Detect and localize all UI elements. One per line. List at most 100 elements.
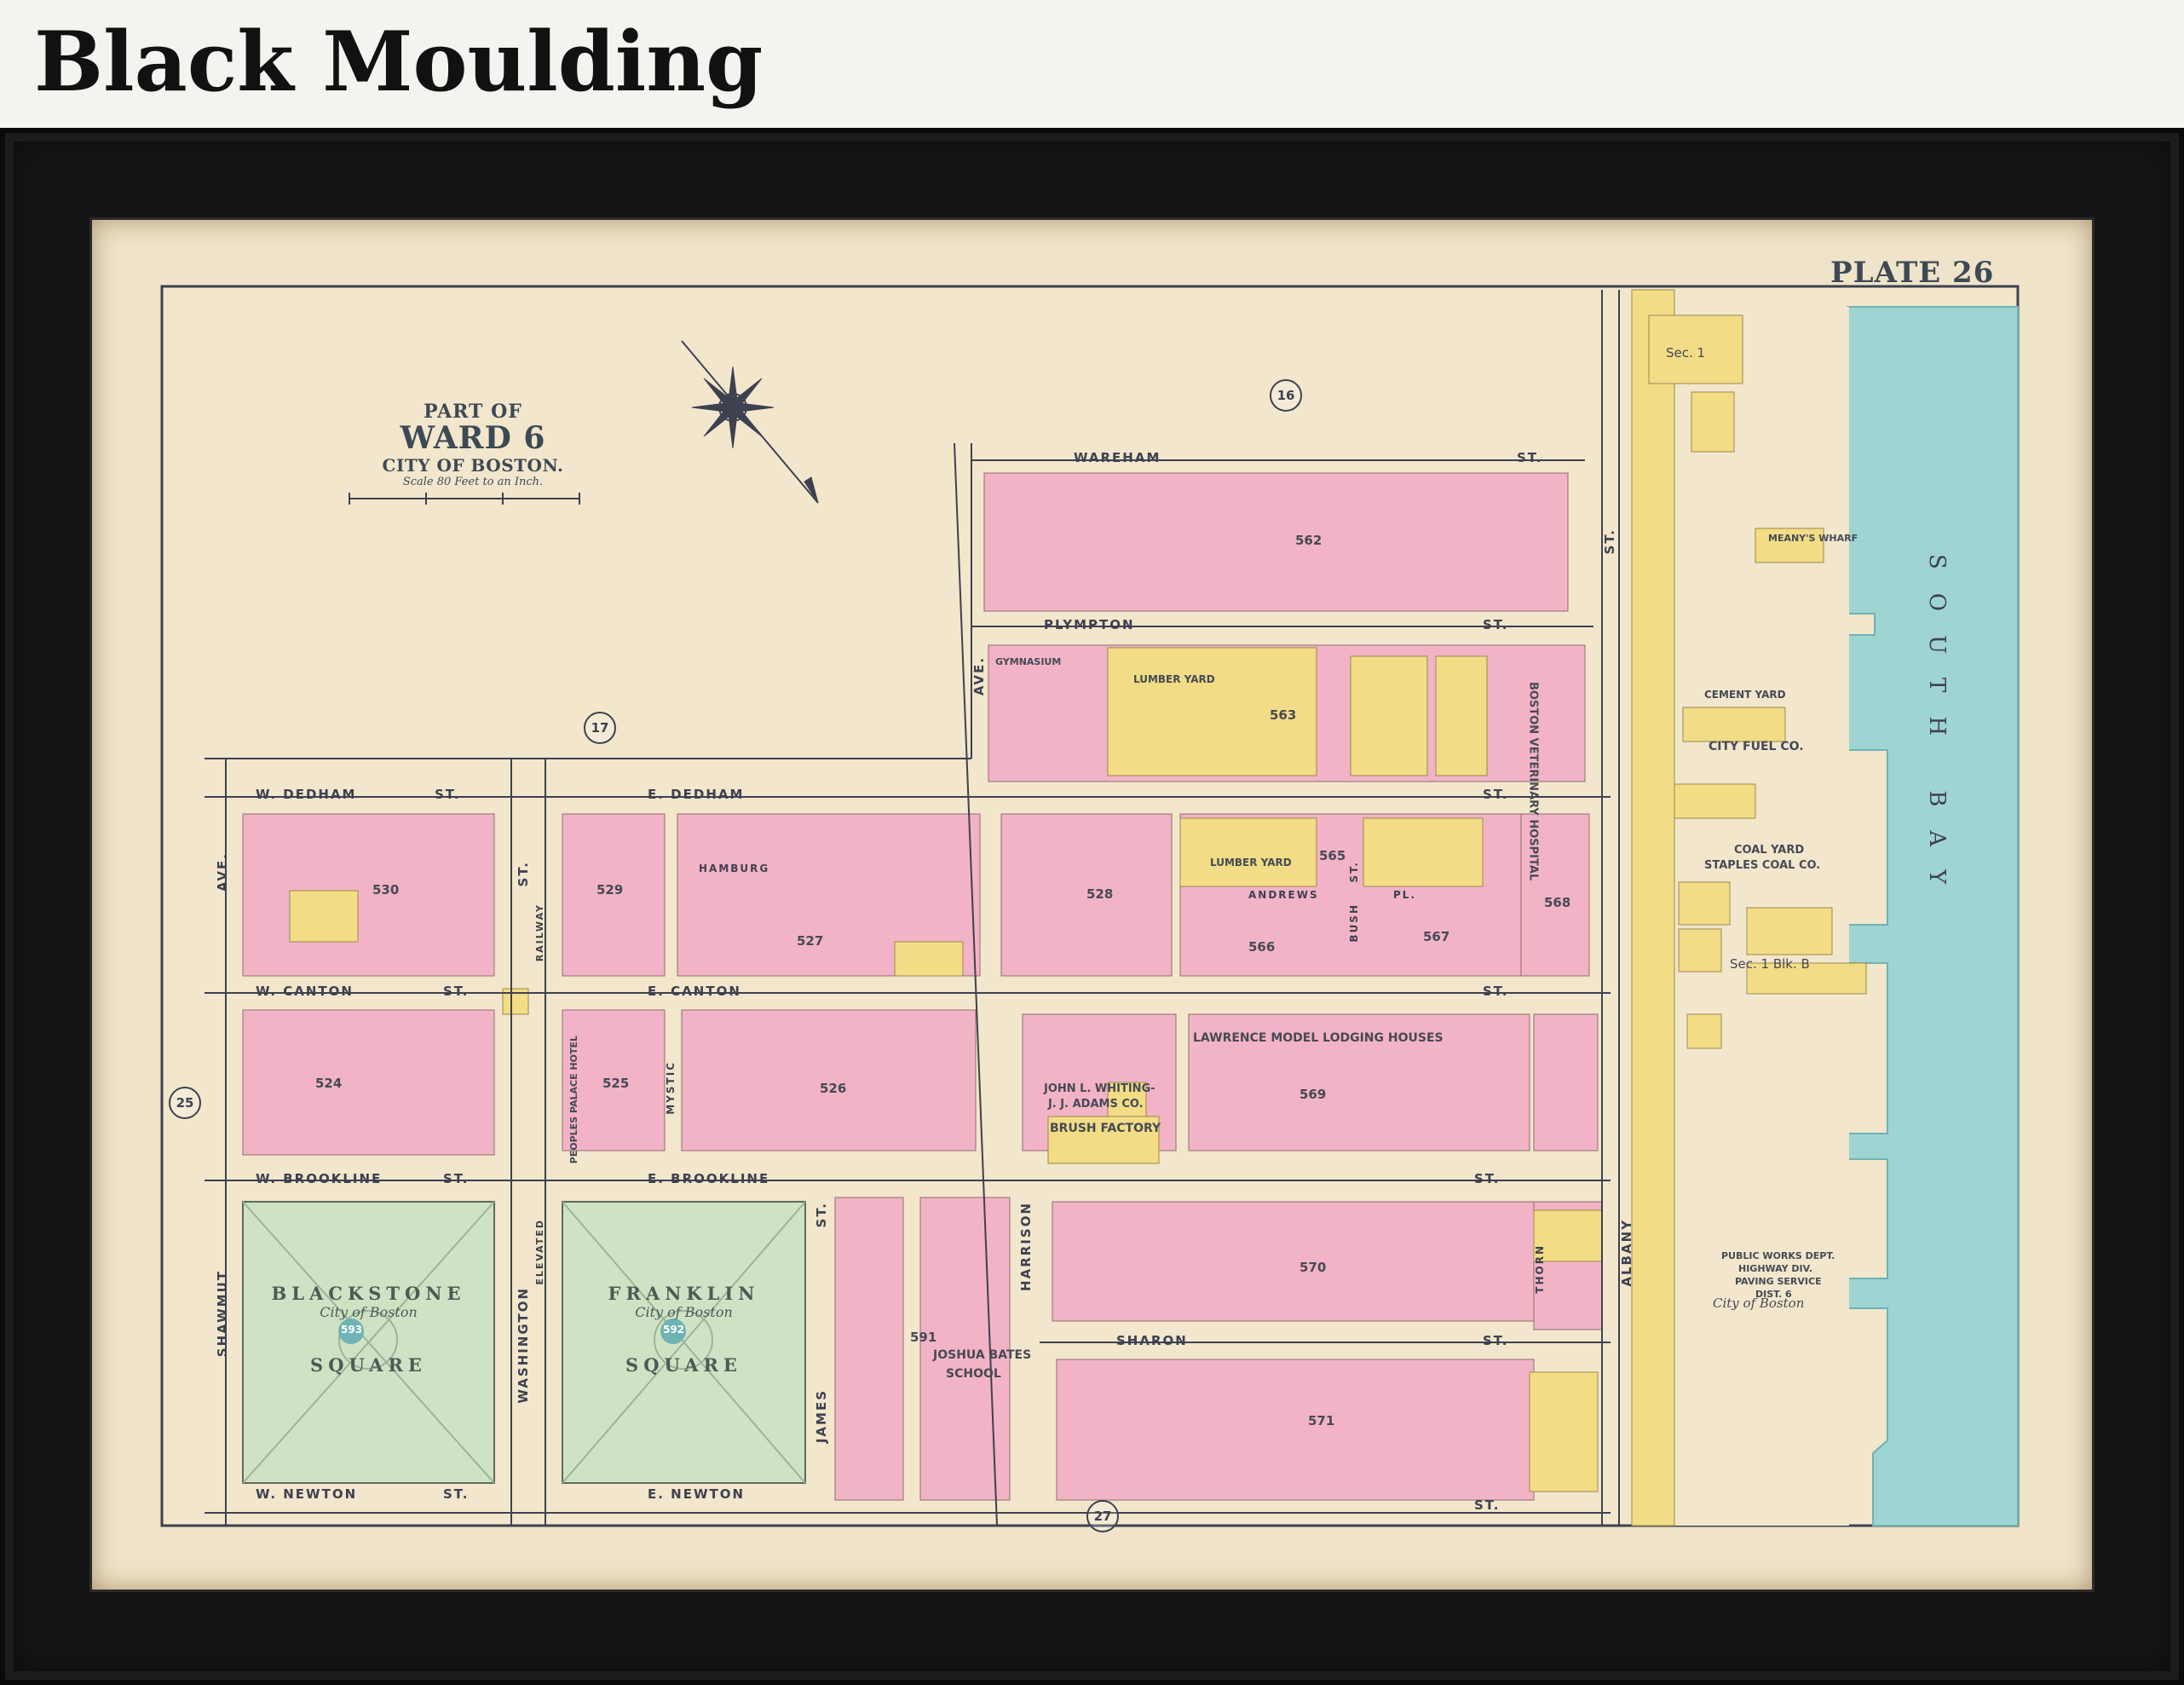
street-wareham: WAREHAM xyxy=(1074,450,1161,465)
block-number: 562 xyxy=(1295,533,1323,548)
block-number: 567 xyxy=(1423,929,1450,944)
block-number: 563 xyxy=(1270,707,1297,723)
block-number: 524 xyxy=(315,1076,343,1091)
franklin-square-word: SQUARE xyxy=(625,1354,742,1376)
street-e-dedham: E. DEDHAM xyxy=(648,787,745,802)
street-railway: RAILWAY xyxy=(534,903,545,962)
street-w-dedham: W. DEDHAM xyxy=(256,787,357,802)
street-w-brookline-st: ST. xyxy=(443,1171,470,1186)
blackstone-square-word: SQUARE xyxy=(310,1354,427,1376)
street-washington-st: ST. xyxy=(516,861,531,887)
street-w-newton: W. NEWTON xyxy=(256,1486,358,1502)
coal-yard-label: COAL YARD xyxy=(1734,844,1805,857)
block-number: 529 xyxy=(596,882,624,897)
block-number: 530 xyxy=(372,882,400,897)
street-wareham-st: ST. xyxy=(1517,450,1543,465)
map-drawing xyxy=(160,285,2020,1527)
city-fuel-label: CITY FUEL CO. xyxy=(1709,740,1804,753)
meanys-wharf-label: MEANY'S WHARF xyxy=(1768,533,1858,544)
gymnasium-label: GYMNASIUM xyxy=(995,656,1062,667)
south-bay-label: SOUTH BAY xyxy=(1924,554,1950,914)
street-e-newton-st: ST. xyxy=(1474,1497,1501,1513)
block-number: 591 xyxy=(910,1330,937,1345)
street-james: JAMES xyxy=(814,1389,829,1444)
street-w-dedham-st: ST. xyxy=(435,787,461,802)
brush-factory-label: BRUSH FACTORY xyxy=(1050,1122,1161,1135)
street-washington: WASHINGTON xyxy=(516,1287,531,1404)
blackstone-square-label: BLACKSTONE City of Boston SQUARE xyxy=(243,1283,494,1376)
public-works-label: PUBLIC WORKS DEPT. xyxy=(1721,1250,1835,1261)
cement-yard-label: CEMENT YARD xyxy=(1704,689,1786,701)
block-number: 569 xyxy=(1299,1087,1327,1102)
city-of-boston-label: City of Boston xyxy=(1713,1295,1805,1311)
highway-div-label: HIGHWAY DIV. xyxy=(1738,1263,1812,1274)
blackstone-lot-number: 593 xyxy=(341,1324,363,1336)
street-e-canton-st: ST. xyxy=(1483,984,1509,999)
staples-coal-label: STAPLES COAL CO. xyxy=(1704,859,1821,872)
ward-circle-25: 25 xyxy=(169,1087,201,1119)
street-bush-st: ST. xyxy=(1348,861,1360,883)
street-w-newton-st: ST. xyxy=(443,1486,470,1502)
block-number: 568 xyxy=(1544,895,1571,910)
ward-circle-17: 17 xyxy=(584,712,616,744)
block-number: 566 xyxy=(1248,939,1276,955)
joshua-bates-label: JOSHUA BATES xyxy=(933,1348,1032,1362)
street-andrews-pl: PL. xyxy=(1393,889,1416,901)
street-elevated: ELEVATED xyxy=(534,1219,545,1285)
street-mystic: MYSTIC xyxy=(665,1061,677,1115)
section-1-label: Sec. 1 xyxy=(1666,345,1706,361)
block-number: 526 xyxy=(820,1081,847,1096)
franklin-lot-number: 592 xyxy=(663,1324,685,1336)
street-harrison: HARRISON xyxy=(1018,1202,1034,1291)
street-thorn: THORN xyxy=(1534,1244,1546,1294)
plate-number: PLATE 26 xyxy=(1830,256,1995,290)
block-number: 565 xyxy=(1319,848,1346,863)
title-line-2: WARD 6 xyxy=(400,420,546,456)
street-w-canton-st: ST. xyxy=(443,984,470,999)
block-number: 570 xyxy=(1299,1260,1327,1275)
whiting-label: JOHN L. WHITING- xyxy=(1044,1082,1155,1095)
street-shawmut-ave: AVE. xyxy=(215,852,230,892)
street-albany: ALBANY xyxy=(1619,1219,1634,1287)
block-number: 528 xyxy=(1086,886,1114,902)
ward-circle-16: 16 xyxy=(1270,379,1302,412)
street-james-st: ST. xyxy=(814,1202,829,1228)
lawrence-lodging-label: LAWRENCE MODEL LODGING HOUSES xyxy=(1193,1031,1444,1045)
veterinary-hospital-label: BOSTON VETERINARY HOSPITAL xyxy=(1526,682,1540,881)
street-andrews: ANDREWS xyxy=(1248,889,1319,901)
street-e-dedham-st: ST. xyxy=(1483,787,1509,802)
title-line-3: CITY OF BOSTON. xyxy=(382,454,564,476)
street-w-brookline: W. BROOKLINE xyxy=(256,1171,383,1186)
lumber-yard-label-2: LUMBER YARD xyxy=(1210,857,1292,868)
street-w-canton: W. CANTON xyxy=(256,984,354,999)
blackstone-owner: City of Boston xyxy=(320,1304,418,1320)
ward-circle-27: 27 xyxy=(1086,1500,1119,1532)
street-sharon: SHARON xyxy=(1116,1333,1188,1348)
lumber-yard-label-1: LUMBER YARD xyxy=(1133,673,1215,685)
street-shawmut: SHAWMUT xyxy=(215,1270,230,1358)
block-number: 525 xyxy=(602,1076,630,1091)
street-e-brookline: E. BROOKLINE xyxy=(648,1171,770,1186)
blackstone-name: BLACKSTONE xyxy=(271,1283,466,1304)
section-1-block-b-label: Sec. 1 Blk. B xyxy=(1730,956,1810,972)
street-sharon-st: ST. xyxy=(1483,1333,1509,1348)
peoples-palace-label: PEOPLES PALACE HOTEL xyxy=(568,1036,579,1164)
map-title: PART OF WARD 6 CITY OF BOSTON. Scale 80 … xyxy=(349,401,596,488)
school-label: SCHOOL xyxy=(946,1367,1001,1381)
block-number: 527 xyxy=(797,933,824,949)
adams-label: J. J. ADAMS CO. xyxy=(1048,1098,1144,1111)
franklin-owner: City of Boston xyxy=(635,1304,733,1320)
title-scale: Scale 80 Feet to an Inch. xyxy=(402,475,544,488)
street-e-newton: E. NEWTON xyxy=(648,1486,746,1502)
south-bay-text: SOUTH BAY xyxy=(1924,554,1950,909)
block-number: 571 xyxy=(1308,1413,1335,1428)
street-plympton-st: ST. xyxy=(1483,617,1509,632)
street-plympton: PLYMPTON xyxy=(1044,617,1135,632)
street-e-brookline-st: ST. xyxy=(1474,1171,1501,1186)
street-e-canton: E. CANTON xyxy=(648,984,741,999)
street-albany-st: ST. xyxy=(1602,528,1617,555)
street-hamburg: HAMBURG xyxy=(699,863,770,874)
paving-service-label: PAVING SERVICE xyxy=(1735,1276,1822,1287)
street-harrison-ave: AVE. xyxy=(971,656,987,696)
street-bush: BUSH xyxy=(1348,903,1360,943)
